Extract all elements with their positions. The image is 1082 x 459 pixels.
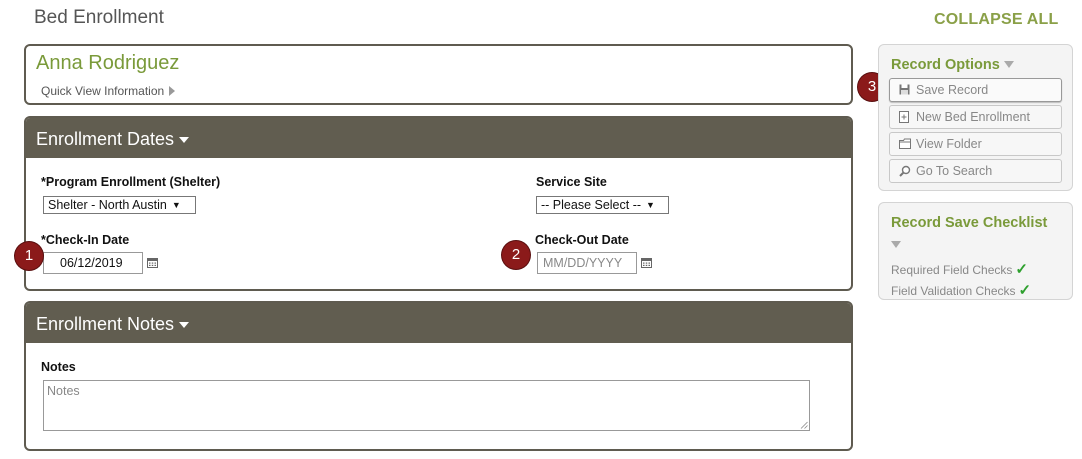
new-bed-enrollment-label: New Bed Enrollment xyxy=(916,110,1030,124)
program-enrollment-label: *Program Enrollment (Shelter) xyxy=(41,175,221,189)
checkout-date-input[interactable]: MM/DD/YYYY xyxy=(537,252,637,274)
collapse-arrow-icon xyxy=(179,137,190,143)
magnifier-icon xyxy=(899,165,911,177)
resize-grip-icon[interactable] xyxy=(800,421,808,429)
checkmark-icon: ✓ xyxy=(1018,282,1032,299)
checkin-date-label: *Check-In Date xyxy=(41,233,130,247)
checklist-title: Record Save Checklist xyxy=(891,215,1048,231)
record-options-title[interactable]: Record Options xyxy=(891,57,1014,73)
service-site-select[interactable]: -- Please Select -- ▼ xyxy=(536,196,669,214)
dropdown-arrow-icon: ▼ xyxy=(171,200,181,210)
collapse-all-link[interactable]: COLLAPSE ALL xyxy=(934,11,1058,29)
collapse-arrow-icon xyxy=(179,322,190,328)
collapse-arrow-icon xyxy=(1003,61,1014,68)
go-to-search-button[interactable]: Go To Search xyxy=(889,159,1062,183)
enrollment-notes-title: Enrollment Notes xyxy=(36,314,175,334)
notes-placeholder: Notes xyxy=(47,384,80,398)
expand-arrow-icon xyxy=(169,86,176,96)
client-card: Anna Rodriguez Quick View Information xyxy=(24,44,853,105)
checkin-date-input[interactable]: 06/12/2019 xyxy=(43,252,143,274)
record-options-title-text: Record Options xyxy=(891,57,1000,73)
record-save-checklist-box: Record Save Checklist Required Field Che… xyxy=(878,202,1073,300)
notes-textarea[interactable]: Notes xyxy=(43,380,810,431)
calendar-icon[interactable] xyxy=(147,257,158,268)
save-record-label: Save Record xyxy=(916,83,989,97)
quick-view-label: Quick View Information xyxy=(41,84,165,98)
folder-icon xyxy=(899,138,911,149)
enrollment-dates-panel: Enrollment Dates *Program Enrollment (Sh… xyxy=(24,116,853,291)
program-enrollment-value: Shelter - North Austin xyxy=(48,198,167,212)
dropdown-arrow-icon: ▼ xyxy=(646,200,655,210)
view-folder-label: View Folder xyxy=(916,137,982,151)
program-enrollment-select[interactable]: Shelter - North Austin ▼ xyxy=(43,196,196,214)
enrollment-notes-panel: Enrollment Notes Notes Notes xyxy=(24,301,853,451)
checkmark-icon: ✓ xyxy=(1015,261,1028,278)
collapse-arrow-icon[interactable] xyxy=(891,241,901,248)
service-site-label: Service Site xyxy=(536,175,607,189)
annotation-marker-2: 2 xyxy=(502,241,530,269)
new-document-icon xyxy=(899,111,909,123)
go-to-search-label: Go To Search xyxy=(916,164,993,178)
notes-label: Notes xyxy=(41,360,76,374)
quick-view-toggle[interactable]: Quick View Information xyxy=(41,84,176,98)
checkout-date-label: Check-Out Date xyxy=(535,233,629,247)
checklist-item: Field Validation Checks ✓ xyxy=(891,281,1031,299)
service-site-value: -- Please Select -- xyxy=(541,198,642,212)
client-name: Anna Rodriguez xyxy=(36,52,180,74)
enrollment-dates-title: Enrollment Dates xyxy=(36,129,175,149)
checklist-item-label: Required Field Checks xyxy=(891,263,1013,277)
enrollment-dates-header[interactable]: Enrollment Dates xyxy=(26,118,851,158)
checklist-item-label: Field Validation Checks xyxy=(891,284,1016,298)
record-options-box: Record Options Save Record New Bed Enrol… xyxy=(878,44,1073,191)
checklist-item: Required Field Checks ✓ xyxy=(891,260,1028,278)
view-folder-button[interactable]: View Folder xyxy=(889,132,1062,156)
save-record-button[interactable]: Save Record xyxy=(889,78,1062,102)
enrollment-notes-header[interactable]: Enrollment Notes xyxy=(26,303,851,343)
new-bed-enrollment-button[interactable]: New Bed Enrollment xyxy=(889,105,1062,129)
page-title: Bed Enrollment xyxy=(34,7,164,28)
calendar-icon[interactable] xyxy=(641,257,652,268)
annotation-marker-1: 1 xyxy=(15,242,43,270)
floppy-disk-icon xyxy=(899,84,910,95)
